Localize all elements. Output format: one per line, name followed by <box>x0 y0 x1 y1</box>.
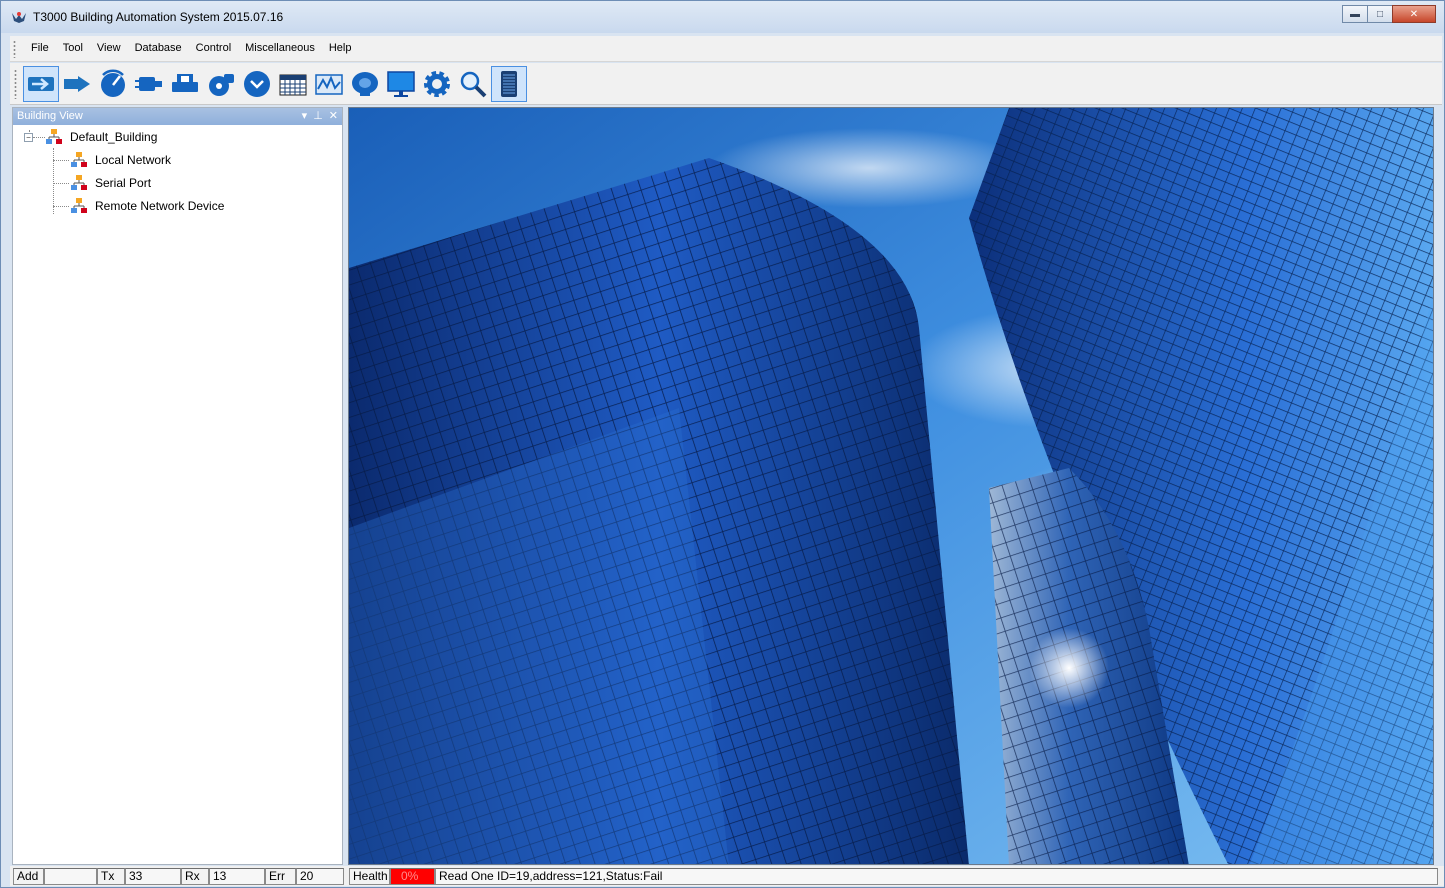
input-button[interactable] <box>131 66 167 102</box>
network-icon <box>71 152 87 167</box>
scan-icon <box>101 69 125 97</box>
minimize-icon: ▬ <box>1350 8 1360 20</box>
device-button[interactable] <box>491 66 527 102</box>
window-title: T3000 Building Automation System 2015.07… <box>33 10 284 24</box>
status-health-label: Health <box>349 868 390 885</box>
app-logo-icon <box>12 12 26 23</box>
menu-bar: File Tool View Database Control Miscella… <box>10 36 1442 62</box>
variable-icon <box>209 74 234 96</box>
menu-view[interactable]: View <box>90 42 128 54</box>
status-rx-label: Rx <box>181 868 209 885</box>
program-icon <box>244 71 270 97</box>
close-icon: ✕ <box>1409 8 1419 20</box>
variable-button[interactable] <box>203 66 239 102</box>
close-button[interactable]: ✕ <box>1392 5 1436 23</box>
tree-node-label: Remote Network Device <box>95 199 225 213</box>
status-err-value: 20 <box>296 868 344 885</box>
search-icon <box>460 71 487 98</box>
screen-icon <box>387 71 415 97</box>
maximize-button[interactable]: □ <box>1367 5 1393 23</box>
menu-database[interactable]: Database <box>128 42 189 54</box>
status-rx-value: 13 <box>209 868 265 885</box>
menu-file[interactable]: File <box>24 42 56 54</box>
menu-miscellaneous[interactable]: Miscellaneous <box>238 42 322 54</box>
status-tx-label: Tx <box>97 868 125 885</box>
status-bar: Add Tx 33 Rx 13 Err 20 Health 0% Read On… <box>10 866 1444 886</box>
program-button[interactable] <box>239 66 275 102</box>
building-tree: − Default_Building Local Network Serial … <box>13 126 342 864</box>
graphic-icon <box>315 74 343 95</box>
screen-button[interactable] <box>383 66 419 102</box>
menu-control[interactable]: Control <box>189 42 238 54</box>
network-icon <box>71 198 87 213</box>
network-icon <box>71 175 87 190</box>
title-bar[interactable]: T3000 Building Automation System 2015.07… <box>1 1 1444 33</box>
tree-node-label: Serial Port <box>95 176 152 190</box>
schedule-button[interactable] <box>275 66 311 102</box>
tree-node-label: Default_Building <box>70 130 158 144</box>
panel-pin-icon[interactable]: ⊥ <box>313 109 323 122</box>
tree-node-label: Local Network <box>95 153 172 167</box>
maximize-icon: □ <box>1376 8 1384 20</box>
tree-node-remote-network-device[interactable]: Remote Network Device <box>70 197 224 215</box>
graphic-button[interactable] <box>311 66 347 102</box>
disconnect-button[interactable] <box>59 66 95 102</box>
status-add-label: Add <box>13 868 44 885</box>
app-window: T3000 Building Automation System 2015.07… <box>0 0 1445 888</box>
status-message: Read One ID=19,address=121,Status:Fail <box>435 868 1438 885</box>
input-icon <box>135 77 162 91</box>
main-view-skyscraper-image <box>348 107 1434 865</box>
search-button[interactable] <box>455 66 491 102</box>
menu-help[interactable]: Help <box>322 42 359 54</box>
output-icon <box>172 74 198 92</box>
connect-button[interactable] <box>23 66 59 102</box>
panel-close-icon[interactable]: ✕ <box>329 109 338 122</box>
panel-dropdown-icon[interactable]: ▾ <box>302 109 308 122</box>
output-button[interactable] <box>167 66 203 102</box>
schedule-icon <box>279 74 307 96</box>
status-tx-value: 33 <box>125 868 181 885</box>
device-icon <box>501 71 517 97</box>
disconnect-icon <box>64 76 90 92</box>
toolbar-grip[interactable] <box>14 69 17 99</box>
alarm-icon <box>352 72 378 96</box>
toolbar <box>10 63 1442 105</box>
status-err-label: Err <box>265 868 296 885</box>
status-add-value <box>44 868 97 885</box>
tree-node-local-network[interactable]: Local Network <box>70 151 171 169</box>
skyscraper-background-image <box>349 108 1433 864</box>
building-network-icon <box>46 129 62 144</box>
connect-icon <box>28 77 54 91</box>
alarm-button[interactable] <box>347 66 383 102</box>
panel-header[interactable]: Building View ▾ ⊥ ✕ <box>13 108 342 125</box>
menu-grip[interactable] <box>13 40 16 58</box>
tree-node-serial-port[interactable]: Serial Port <box>70 174 151 192</box>
scan-button[interactable] <box>95 66 131 102</box>
settings-icon <box>424 71 450 97</box>
panel-title: Building View <box>17 110 83 122</box>
settings-button[interactable] <box>419 66 455 102</box>
building-view-panel: Building View ▾ ⊥ ✕ − Default_Building L… <box>12 107 343 865</box>
minimize-button[interactable]: ▬ <box>1342 5 1368 23</box>
status-health-indicator: 0% <box>390 868 435 885</box>
tree-node-default-building[interactable]: Default_Building <box>45 128 157 146</box>
menu-tool[interactable]: Tool <box>56 42 90 54</box>
tree-expander[interactable]: − <box>24 133 33 142</box>
